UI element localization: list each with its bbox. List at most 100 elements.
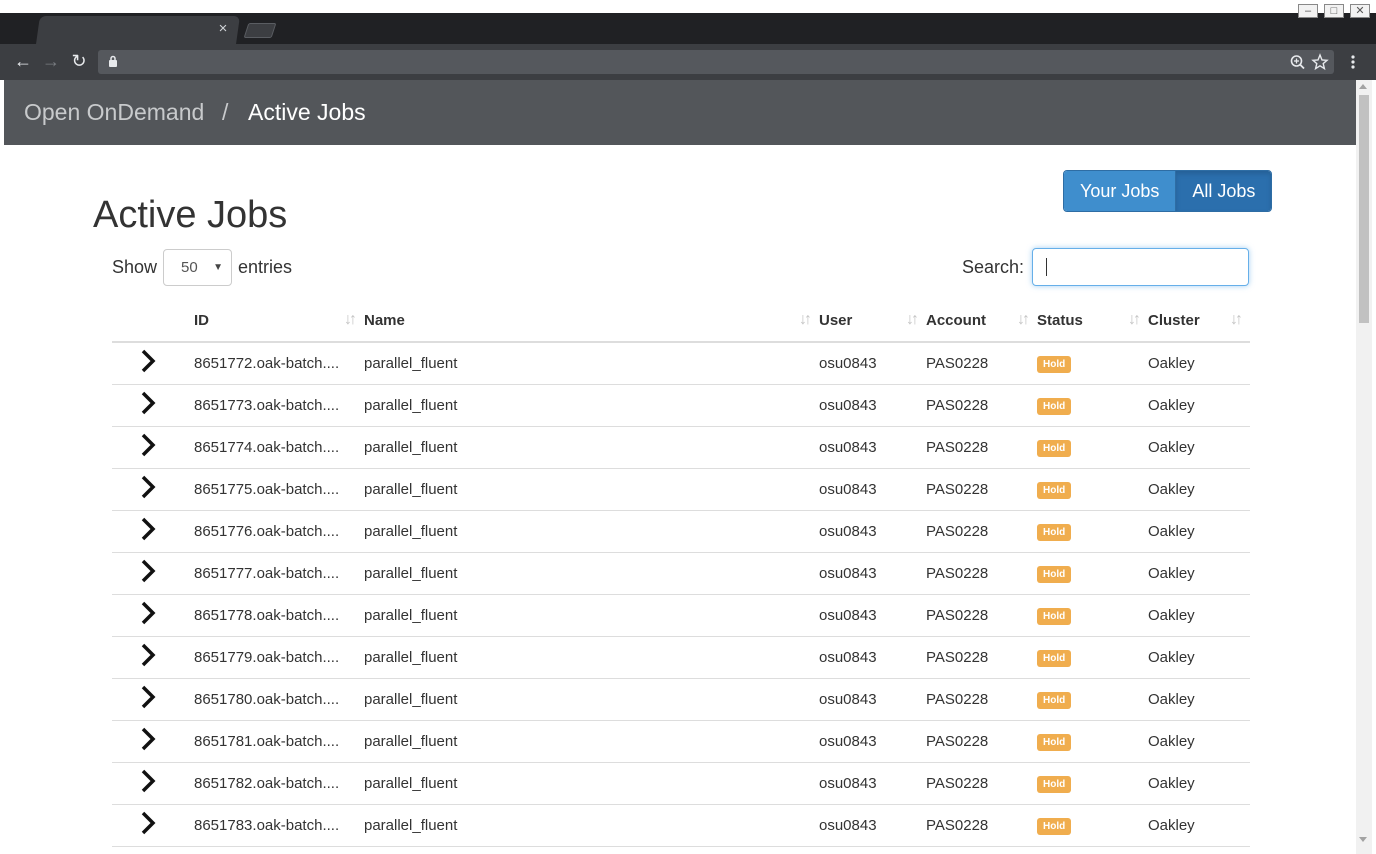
job-id-cell: 8651779.oak-batch.... xyxy=(194,636,364,679)
tab-close-icon[interactable]: × xyxy=(216,20,230,38)
job-id-cell: 8651780.oak-batch.... xyxy=(194,678,364,721)
job-account-cell: PAS0228 xyxy=(926,762,1037,805)
table-row[interactable]: 8651782.oak-batch.... parallel_fluent osu0… xyxy=(112,762,1250,805)
column-header-user[interactable]: User ↓↑ xyxy=(819,300,926,343)
column-header-name[interactable]: Name ↓↑ xyxy=(364,300,819,343)
job-cluster-cell: Oakley xyxy=(1148,552,1250,595)
expand-cell[interactable] xyxy=(112,510,194,553)
expand-cell[interactable] xyxy=(112,426,194,469)
entries-select-value: 50 xyxy=(181,258,198,276)
job-user-cell: osu0843 xyxy=(819,384,926,427)
expand-cell[interactable] xyxy=(112,762,194,805)
table-row[interactable]: 8651776.oak-batch.... parallel_fluent osu0… xyxy=(112,510,1250,553)
star-icon[interactable] xyxy=(1311,52,1329,72)
maximize-button[interactable]: □ xyxy=(1324,4,1344,18)
job-name-cell: parallel_fluent xyxy=(364,510,819,553)
expand-cell[interactable] xyxy=(112,720,194,763)
expand-cell[interactable] xyxy=(112,636,194,679)
table-row[interactable]: 8651783.oak-batch.... parallel_fluent osu0… xyxy=(112,804,1250,847)
job-cluster-cell: Oakley xyxy=(1148,594,1250,637)
job-account-cell: PAS0228 xyxy=(926,468,1037,511)
chevron-right-icon[interactable] xyxy=(138,348,158,374)
scroll-down-arrow-icon[interactable] xyxy=(1359,837,1367,842)
address-bar[interactable] xyxy=(98,50,1334,74)
scroll-up-arrow-icon[interactable] xyxy=(1359,84,1367,89)
chevron-right-icon[interactable] xyxy=(138,810,158,836)
job-status-cell: Hold xyxy=(1037,342,1148,385)
table-row[interactable]: 8651773.oak-batch.... parallel_fluent osu0… xyxy=(112,384,1250,427)
job-name-cell: parallel_fluent xyxy=(364,426,819,469)
all-jobs-button[interactable]: All Jobs xyxy=(1175,171,1272,211)
job-id-cell: 8651781.oak-batch.... xyxy=(194,720,364,763)
caret-down-icon: ▼ xyxy=(213,261,224,273)
chevron-right-icon[interactable] xyxy=(138,516,158,542)
search-input[interactable] xyxy=(1032,248,1250,286)
table-row[interactable]: 8651775.oak-batch.... parallel_fluent osu0… xyxy=(112,468,1250,511)
expand-cell[interactable] xyxy=(112,552,194,595)
table-row[interactable]: 8651777.oak-batch.... parallel_fluent osu0… xyxy=(112,552,1250,595)
table-row[interactable]: 8651780.oak-batch.... parallel_fluent osu0… xyxy=(112,678,1250,721)
job-name-cell: parallel_fluent xyxy=(364,804,819,847)
job-account-cell: PAS0228 xyxy=(926,510,1037,553)
expand-cell[interactable] xyxy=(112,384,194,427)
reload-icon[interactable]: ↻ xyxy=(68,50,90,72)
search-label: Search: xyxy=(962,256,1025,277)
entries-select[interactable]: 50 ▼ xyxy=(163,248,233,286)
new-tab-button[interactable] xyxy=(243,23,277,38)
page-title: Active Jobs xyxy=(93,194,288,236)
job-name-cell: parallel_fluent xyxy=(364,720,819,763)
chevron-right-icon[interactable] xyxy=(138,768,158,794)
job-account-cell: PAS0228 xyxy=(926,678,1037,721)
close-window-button[interactable]: ✕ xyxy=(1350,4,1370,18)
job-status-cell: Hold xyxy=(1037,384,1148,427)
expand-cell[interactable] xyxy=(112,342,194,385)
job-name-cell: parallel_fluent xyxy=(364,762,819,805)
page-viewport: Open OnDemand / Active Jobs Active Jobs … xyxy=(4,80,1356,854)
active-jobs-table: ID ↓↑ Name ↓↑ User ↓↑ Account ↓↑ Status ↓↑ Cl… xyxy=(112,300,1250,847)
sort-icon: ↓↑ xyxy=(799,311,812,328)
job-filter-button-group: Your Jobs All Jobs xyxy=(1063,170,1273,212)
column-header-id[interactable]: ID ↓↑ xyxy=(194,300,364,343)
chevron-right-icon[interactable] xyxy=(138,642,158,668)
sort-icon: ↓↑ xyxy=(1017,311,1030,328)
browser-tab[interactable] xyxy=(36,16,240,44)
table-row[interactable]: 8651772.oak-batch.... parallel_fluent osu0… xyxy=(112,342,1250,385)
chevron-right-icon[interactable] xyxy=(138,726,158,752)
chevron-right-icon[interactable] xyxy=(138,474,158,500)
chevron-right-icon[interactable] xyxy=(138,684,158,710)
column-header-status[interactable]: Status ↓↑ xyxy=(1037,300,1148,343)
job-id-cell: 8651774.oak-batch.... xyxy=(194,426,364,469)
expand-cell[interactable] xyxy=(112,468,194,511)
job-status-cell: Hold xyxy=(1037,552,1148,595)
job-id-cell: 8651773.oak-batch.... xyxy=(194,384,364,427)
table-row[interactable]: 8651779.oak-batch.... parallel_fluent osu0… xyxy=(112,636,1250,679)
zoom-icon[interactable] xyxy=(1289,52,1307,72)
job-account-cell: PAS0228 xyxy=(926,426,1037,469)
column-header-cluster[interactable]: Cluster ↓↑ xyxy=(1148,300,1250,343)
job-name-cell: parallel_fluent xyxy=(364,594,819,637)
job-id-cell: 8651776.oak-batch.... xyxy=(194,510,364,553)
expand-cell[interactable] xyxy=(112,594,194,637)
scrollbar-thumb[interactable] xyxy=(1359,95,1369,323)
table-row[interactable]: 8651781.oak-batch.... parallel_fluent osu0… xyxy=(112,720,1250,763)
chevron-right-icon[interactable] xyxy=(138,600,158,626)
job-cluster-cell: Oakley xyxy=(1148,510,1250,553)
chevron-right-icon[interactable] xyxy=(138,390,158,416)
chevron-right-icon[interactable] xyxy=(138,432,158,458)
brand-link[interactable]: Open OnDemand xyxy=(24,98,204,126)
sort-icon: ↓↑ xyxy=(906,311,919,328)
table-row[interactable]: 8651774.oak-batch.... parallel_fluent osu0… xyxy=(112,426,1250,469)
menu-icon[interactable] xyxy=(1344,52,1362,72)
your-jobs-button[interactable]: Your Jobs xyxy=(1064,171,1176,211)
expand-cell[interactable] xyxy=(112,804,194,847)
forward-arrow-icon[interactable]: → xyxy=(40,50,62,72)
app-navbar: Open OnDemand / Active Jobs xyxy=(4,80,1356,145)
back-arrow-icon[interactable]: ← xyxy=(12,50,34,72)
minimize-button[interactable]: ‒ xyxy=(1298,4,1318,18)
expand-cell[interactable] xyxy=(112,678,194,721)
column-header-account[interactable]: Account ↓↑ xyxy=(926,300,1037,343)
chevron-right-icon[interactable] xyxy=(138,558,158,584)
sort-icon: ↓↑ xyxy=(344,311,357,328)
table-row[interactable]: 8651778.oak-batch.... parallel_fluent osu0… xyxy=(112,594,1250,637)
job-account-cell: PAS0228 xyxy=(926,384,1037,427)
